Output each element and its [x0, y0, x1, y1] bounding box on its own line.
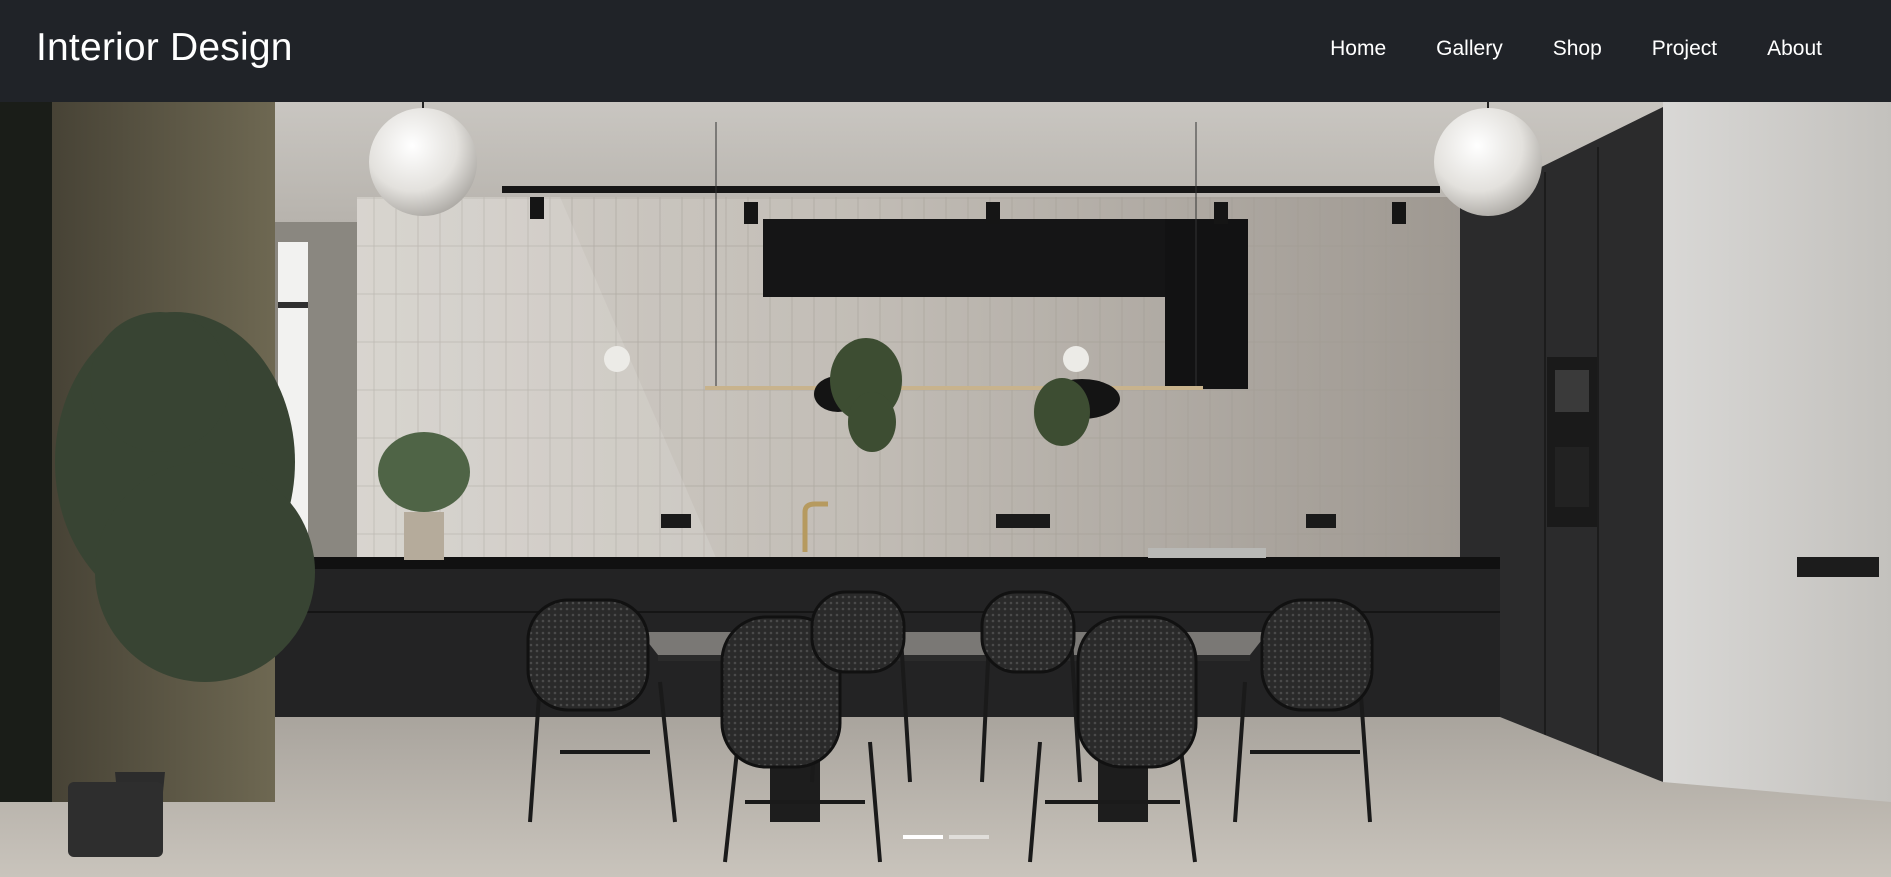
nav-home[interactable]: Home — [1330, 30, 1386, 68]
carousel-indicator-1[interactable] — [902, 835, 943, 839]
carousel-indicator-2[interactable] — [948, 835, 989, 839]
main-nav: Home Gallery Shop Project About — [1280, 30, 1822, 68]
kitchen-interior-photo — [0, 102, 1891, 877]
carousel-indicators — [0, 835, 1891, 839]
brand-title[interactable]: Interior Design — [36, 22, 293, 74]
hero-carousel[interactable] — [0, 102, 1891, 877]
nav-shop[interactable]: Shop — [1553, 30, 1602, 68]
nav-project[interactable]: Project — [1652, 30, 1717, 68]
top-navbar: Interior Design Home Gallery Shop Projec… — [0, 0, 1891, 102]
nav-gallery[interactable]: Gallery — [1436, 30, 1503, 68]
nav-about[interactable]: About — [1767, 30, 1822, 68]
